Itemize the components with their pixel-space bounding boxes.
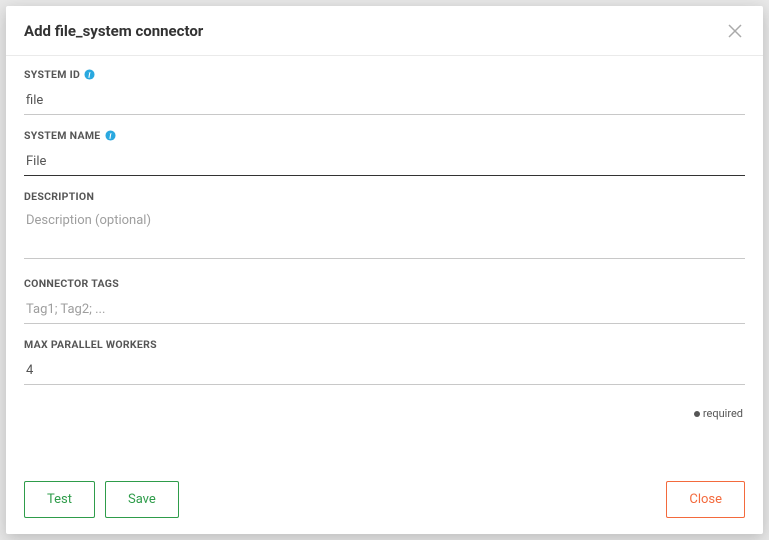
info-icon[interactable]: i bbox=[84, 69, 95, 80]
required-note: required bbox=[24, 399, 745, 424]
required-dot-icon bbox=[694, 411, 700, 417]
system-name-input[interactable] bbox=[24, 148, 745, 176]
max-parallel-workers-input[interactable] bbox=[24, 357, 745, 385]
footer-left-buttons: Test Save bbox=[24, 481, 179, 518]
label-text: SYSTEM NAME bbox=[24, 129, 101, 142]
label-text: DESCRIPTION bbox=[24, 190, 94, 203]
label-text: CONNECTOR TAGS bbox=[24, 277, 119, 290]
description-input[interactable] bbox=[24, 209, 745, 259]
modal-title: Add file_system connector bbox=[24, 22, 203, 40]
required-label: required bbox=[703, 407, 743, 420]
field-label: SYSTEM ID i bbox=[24, 68, 745, 81]
modal-body: SYSTEM ID i SYSTEM NAME i DESCRIPTION bbox=[6, 56, 763, 471]
close-button[interactable]: Close bbox=[666, 481, 745, 518]
test-button[interactable]: Test bbox=[24, 481, 95, 518]
modal-header: Add file_system connector bbox=[6, 6, 763, 56]
add-connector-modal: Add file_system connector SYSTEM ID i SY… bbox=[6, 6, 763, 534]
close-icon[interactable] bbox=[725, 21, 745, 41]
field-system-name: SYSTEM NAME i bbox=[24, 129, 745, 176]
field-label: MAX PARALLEL WORKERS bbox=[24, 338, 745, 351]
system-id-input[interactable] bbox=[24, 87, 745, 115]
field-label: SYSTEM NAME i bbox=[24, 129, 745, 142]
field-description: DESCRIPTION bbox=[24, 190, 745, 263]
save-button[interactable]: Save bbox=[105, 481, 179, 518]
field-max-parallel-workers: MAX PARALLEL WORKERS bbox=[24, 338, 745, 385]
field-label: DESCRIPTION bbox=[24, 190, 745, 203]
field-connector-tags: CONNECTOR TAGS bbox=[24, 277, 745, 324]
field-system-id: SYSTEM ID i bbox=[24, 68, 745, 115]
modal-footer: Test Save Close bbox=[6, 471, 763, 534]
info-icon[interactable]: i bbox=[105, 130, 116, 141]
label-text: SYSTEM ID bbox=[24, 68, 80, 81]
field-label: CONNECTOR TAGS bbox=[24, 277, 745, 290]
label-text: MAX PARALLEL WORKERS bbox=[24, 338, 157, 351]
connector-tags-input[interactable] bbox=[24, 296, 745, 324]
